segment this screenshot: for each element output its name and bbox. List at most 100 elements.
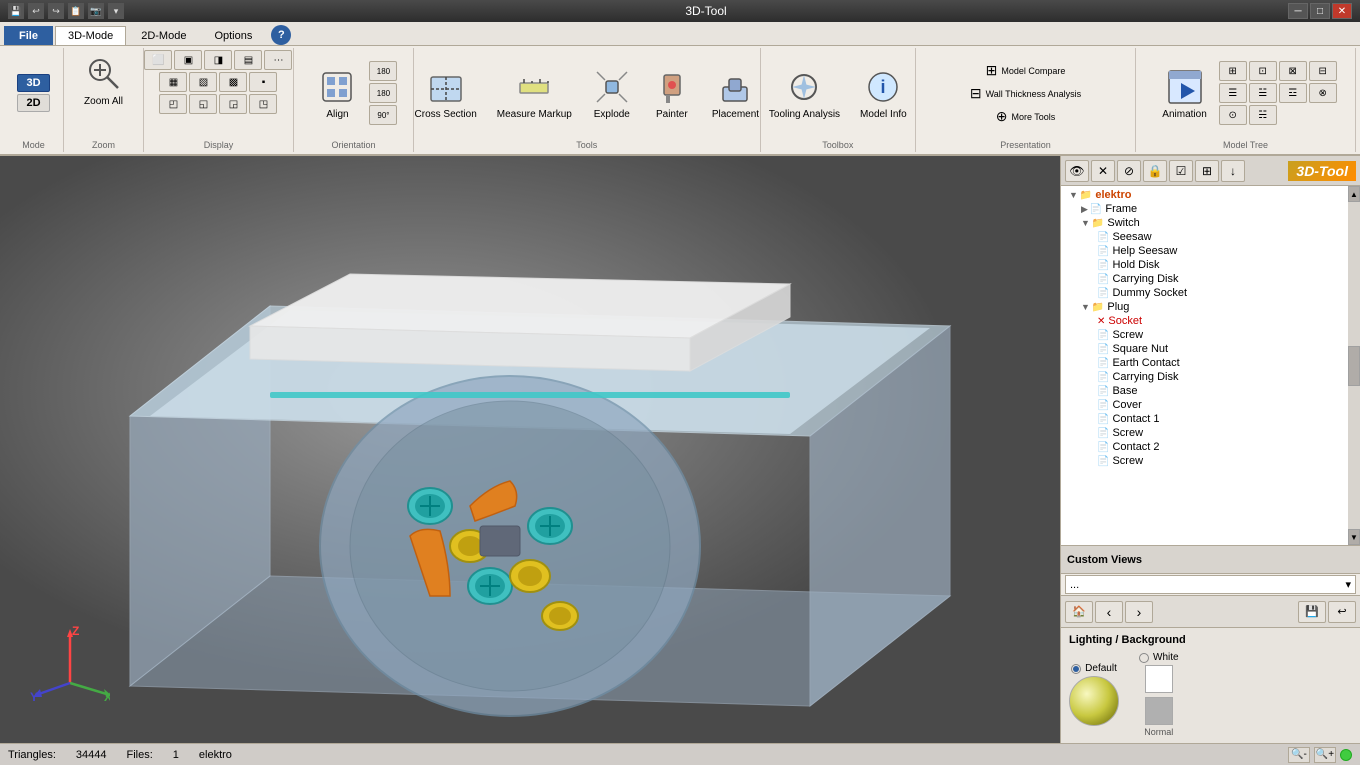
qa-save[interactable]: 💾: [8, 3, 24, 19]
mode-2d-button[interactable]: 2D: [17, 94, 49, 112]
display-btn-12[interactable]: ◲: [219, 94, 247, 114]
display-btn-5[interactable]: ⋯: [264, 50, 292, 70]
panel-link-button[interactable]: ⊞: [1195, 160, 1219, 182]
cross-section-button[interactable]: Cross Section: [407, 63, 485, 124]
display-btn-6[interactable]: ▦: [159, 72, 187, 92]
panel-eye-button[interactable]: 👁: [1065, 160, 1089, 182]
display-btn-7[interactable]: ▧: [189, 72, 217, 92]
tree-item-contact2[interactable]: 📄 Contact 2: [1061, 440, 1360, 454]
modeltree-btn4[interactable]: ⊟: [1309, 61, 1337, 81]
tree-item-screw3[interactable]: 📄 Screw: [1061, 454, 1360, 468]
orient-btn-3[interactable]: 90°: [369, 105, 397, 125]
mode-3d-button[interactable]: 3D: [17, 74, 49, 92]
minimize-button[interactable]: ─: [1288, 3, 1308, 19]
tree-item-plug[interactable]: ▼ 📁 Plug: [1061, 300, 1360, 314]
painter-button[interactable]: Painter: [644, 63, 700, 124]
tab-2dmode[interactable]: 2D-Mode: [128, 26, 199, 45]
display-btn-3[interactable]: ◨: [204, 50, 232, 70]
animation-button[interactable]: Animation: [1154, 63, 1214, 124]
panel-close-button[interactable]: ✕: [1091, 160, 1115, 182]
modeltree-btn5[interactable]: ☰: [1219, 83, 1247, 103]
white-radio-dot[interactable]: [1139, 653, 1149, 663]
views-home-btn[interactable]: 🏠: [1065, 601, 1093, 623]
views-undo-btn[interactable]: ↩: [1328, 601, 1356, 623]
tree-toggle-elektro[interactable]: ▼: [1069, 190, 1078, 200]
status-zoom-out[interactable]: 🔍-: [1288, 747, 1310, 763]
tree-item-square-nut[interactable]: 📄 Square Nut: [1061, 342, 1360, 356]
qa-undo[interactable]: ↩: [28, 3, 44, 19]
modeltree-btn1[interactable]: ⊞: [1219, 61, 1247, 81]
explode-button[interactable]: Explode: [584, 63, 640, 124]
views-save-btn[interactable]: 💾: [1298, 601, 1326, 623]
tree-item-carrying-disk-sw[interactable]: 📄 Carrying Disk: [1061, 272, 1360, 286]
lighting-default-radio[interactable]: Default: [1071, 663, 1117, 674]
close-button[interactable]: ✕: [1332, 3, 1352, 19]
tree-item-earth-contact[interactable]: 📄 Earth Contact: [1061, 356, 1360, 370]
qa-redo[interactable]: ↪: [48, 3, 64, 19]
maximize-button[interactable]: □: [1310, 3, 1330, 19]
modeltree-btn8[interactable]: ⊗: [1309, 83, 1337, 103]
tab-3dmode[interactable]: 3D-Mode: [55, 26, 126, 45]
display-btn-13[interactable]: ◳: [249, 94, 277, 114]
tree-toggle-plug[interactable]: ▼: [1081, 302, 1090, 312]
tree-item-elektro[interactable]: ▼ 📁 elektro: [1061, 188, 1360, 202]
measure-markup-button[interactable]: Measure Markup: [489, 63, 580, 124]
orient-btn-1[interactable]: 180: [369, 61, 397, 81]
tree-item-contact1[interactable]: 📄 Contact 1: [1061, 412, 1360, 426]
display-btn-8[interactable]: ▩: [219, 72, 247, 92]
tree-item-screw2[interactable]: 📄 Screw: [1061, 426, 1360, 440]
zoom-all-button[interactable]: Zoom All: [76, 50, 132, 111]
display-btn-2[interactable]: ▣: [174, 50, 202, 70]
views-prev-btn[interactable]: ‹: [1095, 601, 1123, 623]
qa-camera[interactable]: 📷: [88, 3, 104, 19]
tree-item-screw1[interactable]: 📄 Screw: [1061, 328, 1360, 342]
3d-viewport[interactable]: Z X Y: [0, 156, 1060, 743]
panel-filter-button[interactable]: ⊘: [1117, 160, 1141, 182]
scroll-up-btn[interactable]: ▲: [1348, 186, 1360, 202]
tree-item-base[interactable]: 📄 Base: [1061, 384, 1360, 398]
model-info-button[interactable]: i Model Info: [852, 63, 915, 124]
status-zoom-in[interactable]: 🔍+: [1314, 747, 1336, 763]
panel-arrow-button[interactable]: ↓: [1221, 160, 1245, 182]
panel-lock-button[interactable]: 🔒: [1143, 160, 1167, 182]
tree-item-cover[interactable]: 📄 Cover: [1061, 398, 1360, 412]
qa-chevron[interactable]: ▾: [108, 3, 124, 19]
tree-item-dummy-socket[interactable]: 📄 Dummy Socket: [1061, 286, 1360, 300]
display-btn-10[interactable]: ◰: [159, 94, 187, 114]
modeltree-btn2[interactable]: ⊡: [1249, 61, 1277, 81]
tree-item-help-seesaw[interactable]: 📄 Help Seesaw: [1061, 244, 1360, 258]
tab-file[interactable]: File: [4, 26, 53, 45]
tree-item-seesaw[interactable]: 📄 Seesaw: [1061, 230, 1360, 244]
display-btn-4[interactable]: ▤: [234, 50, 262, 70]
modeltree-btn3[interactable]: ⊠: [1279, 61, 1307, 81]
lighting-white-radio[interactable]: White: [1139, 652, 1179, 663]
modeltree-btn10[interactable]: ☵: [1249, 105, 1277, 125]
help-button[interactable]: ?: [271, 25, 291, 45]
tab-options[interactable]: Options: [201, 26, 265, 45]
wall-thickness-button[interactable]: ⊟ Wall Thickness Analysis: [966, 83, 1085, 104]
tooling-analysis-button[interactable]: Tooling Analysis: [761, 63, 848, 124]
tree-item-socket[interactable]: ✕ Socket: [1061, 314, 1360, 328]
views-next-btn[interactable]: ›: [1125, 601, 1153, 623]
modeltree-btn6[interactable]: ☱: [1249, 83, 1277, 103]
modeltree-btn9[interactable]: ⊙: [1219, 105, 1247, 125]
display-btn-11[interactable]: ◱: [189, 94, 217, 114]
lighting-sphere[interactable]: [1069, 676, 1119, 726]
orient-btn-2[interactable]: 180: [369, 83, 397, 103]
tree-scrollbar[interactable]: ▲ ▼: [1348, 186, 1360, 545]
panel-select-button[interactable]: ☑: [1169, 160, 1193, 182]
more-tools-button[interactable]: ⊕ More Tools: [992, 106, 1060, 127]
tree-toggle-switch[interactable]: ▼: [1081, 218, 1090, 228]
align-button[interactable]: Align: [309, 63, 365, 124]
modeltree-btn7[interactable]: ☲: [1279, 83, 1307, 103]
display-btn-1[interactable]: ⬜: [144, 50, 172, 70]
scroll-thumb[interactable]: [1348, 346, 1360, 386]
placement-button[interactable]: Placement: [704, 63, 767, 124]
tree-item-hold-disk[interactable]: 📄 Hold Disk: [1061, 258, 1360, 272]
qa-copy[interactable]: 📋: [68, 3, 84, 19]
tree-item-carrying-disk[interactable]: 📄 Carrying Disk: [1061, 370, 1360, 384]
tree-item-switch[interactable]: ▼ 📁 Switch: [1061, 216, 1360, 230]
scroll-down-btn[interactable]: ▼: [1348, 529, 1360, 545]
display-btn-9[interactable]: ▪: [249, 72, 277, 92]
tree-toggle-frame[interactable]: ▶: [1081, 204, 1088, 215]
